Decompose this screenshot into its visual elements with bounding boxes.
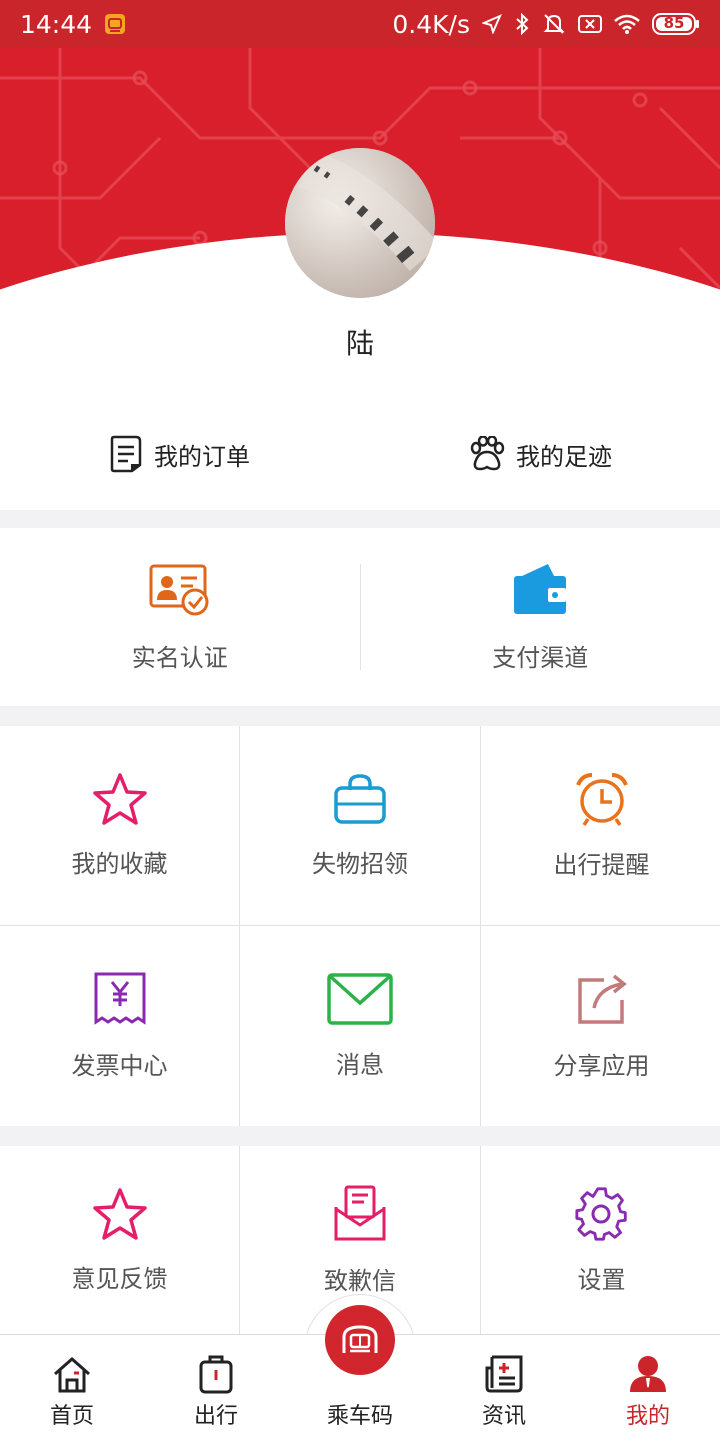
sim-off-icon	[578, 14, 602, 34]
settings-button[interactable]: 设置	[481, 1146, 720, 1334]
metro-icon	[342, 1325, 378, 1353]
feedback-label: 意见反馈	[71, 1264, 168, 1293]
favorites-label: 我的收藏	[71, 850, 168, 878]
username: 陆	[345, 327, 374, 360]
tab-news-label: 资讯	[481, 1404, 526, 1429]
mail-icon	[327, 972, 393, 1025]
tab-home-label: 首页	[49, 1404, 94, 1429]
real-name-auth-label: 实名认证	[131, 643, 228, 672]
home-icon	[54, 1356, 90, 1393]
gear-icon	[574, 1186, 627, 1241]
avatar-image	[285, 148, 435, 298]
location-icon	[482, 14, 502, 34]
my-footprint-link[interactable]: 我的足迹	[360, 400, 720, 508]
account-cards: 实名认证 支付渠道	[0, 528, 720, 706]
ride-code-button[interactable]	[325, 1305, 395, 1375]
mute-icon	[542, 13, 566, 35]
tab-travel[interactable]: 出行	[144, 1335, 288, 1440]
luggage-icon	[199, 1355, 233, 1394]
id-card-icon	[149, 564, 209, 615]
travel-reminder-button[interactable]: 出行提醒	[481, 726, 720, 925]
my-orders-label: 我的订单	[154, 442, 250, 471]
settings-label: 设置	[577, 1265, 626, 1294]
order-list-icon	[110, 435, 142, 473]
status-right: 0.4K/s 85	[392, 10, 700, 39]
avatar[interactable]	[285, 148, 435, 298]
tab-news[interactable]: 资讯	[432, 1335, 576, 1440]
payment-channel-label: 支付渠道	[492, 643, 589, 672]
paw-print-icon	[470, 436, 505, 471]
metro-app-notification-icon	[104, 13, 126, 35]
bag-icon	[334, 774, 386, 824]
favorites-button[interactable]: 我的收藏	[0, 726, 239, 925]
wallet-icon	[514, 563, 567, 614]
share-app-button[interactable]: 分享应用	[481, 926, 720, 1126]
share-app-label: 分享应用	[553, 1051, 650, 1080]
tab-home[interactable]: 首页	[0, 1335, 144, 1440]
lost-found-label: 失物招领	[312, 850, 408, 878]
my-orders-link[interactable]: 我的订单	[0, 400, 360, 508]
travel-reminder-label: 出行提醒	[553, 851, 650, 879]
real-name-auth-button[interactable]: 实名认证	[0, 528, 360, 706]
payment-channel-button[interactable]: 支付渠道	[361, 528, 720, 706]
feedback-button[interactable]: 意见反馈	[0, 1146, 239, 1334]
star-icon	[92, 773, 147, 825]
tab-travel-label: 出行	[193, 1404, 238, 1429]
battery-icon: 85	[652, 13, 700, 35]
alarm-clock-icon	[575, 773, 628, 826]
quick-links: 我的订单 我的足迹	[0, 400, 720, 508]
invoice-center-label: 发票中心	[71, 1051, 168, 1080]
news-icon	[485, 1355, 523, 1393]
share-icon	[577, 974, 627, 1024]
wifi-icon	[614, 14, 640, 34]
user-icon	[630, 1356, 666, 1392]
network-speed: 0.4K/s	[392, 9, 470, 39]
bluetooth-icon	[514, 13, 530, 35]
my-footprint-label: 我的足迹	[516, 442, 612, 471]
star-icon	[92, 1187, 147, 1240]
tab-ride-code-label: 乘车码	[326, 1404, 393, 1429]
tab-mine-label: 我的	[625, 1404, 670, 1429]
lost-found-button[interactable]: 失物招领	[240, 726, 480, 925]
feature-grid: 我的收藏 失物招领 出行提醒 发票中心 消息 分享应用	[0, 726, 720, 1126]
messages-label: 消息	[336, 1050, 384, 1079]
status-time: 14:44	[20, 9, 93, 39]
letter-icon	[334, 1185, 386, 1240]
invoice-center-button[interactable]: 发票中心	[0, 926, 239, 1126]
status-bar: 14:44 0.4K/s 85	[0, 0, 720, 48]
tab-mine[interactable]: 我的	[576, 1335, 720, 1440]
apology-letter-label: 致歉信	[324, 1266, 396, 1295]
invoice-icon	[94, 972, 145, 1025]
battery-level: 85	[663, 14, 685, 32]
status-left: 14:44	[20, 10, 126, 39]
messages-button[interactable]: 消息	[240, 926, 480, 1126]
